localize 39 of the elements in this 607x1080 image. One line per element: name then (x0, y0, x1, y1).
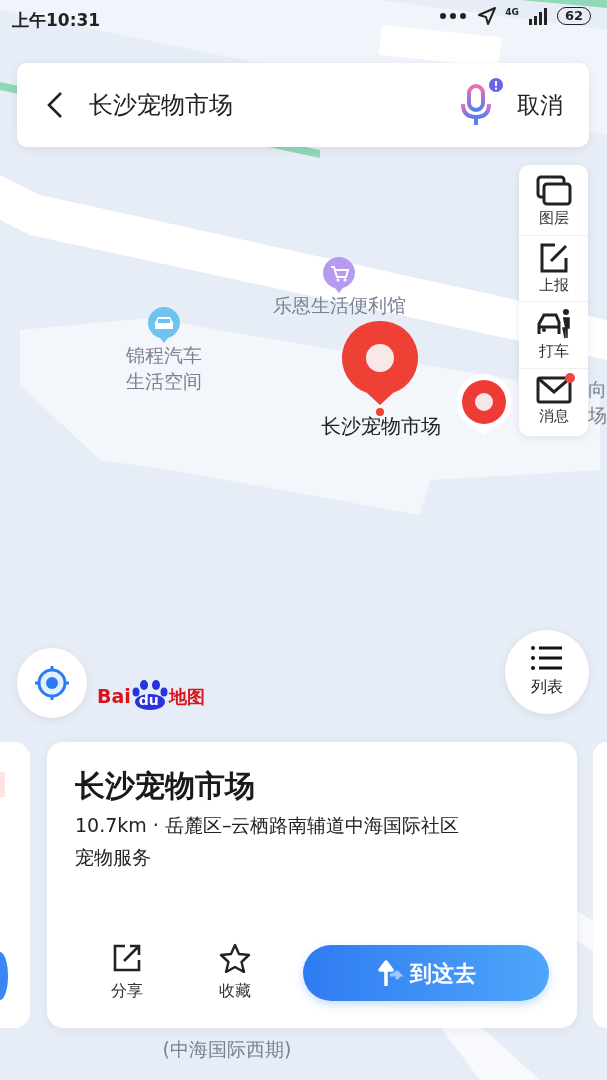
logo-text: 地图 (168, 685, 205, 709)
mail-icon (535, 374, 572, 405)
car-person-icon (535, 308, 572, 340)
action-button[interactable]: 分享 (87, 942, 167, 1004)
route-arrow-icon (376, 958, 406, 988)
list-icon (531, 645, 563, 671)
back-icon[interactable] (45, 90, 65, 120)
selected-place-label: 长沙宠物市场 (320, 413, 442, 439)
logo-text: Bai (97, 683, 131, 709)
location-arrow-icon (477, 6, 498, 26)
toolbar-button[interactable]: 图层 (519, 169, 588, 236)
toolbar-button[interactable]: 上报 (519, 235, 588, 302)
microphone-icon[interactable] (459, 84, 493, 126)
status-time: 上午10:31 (12, 9, 101, 32)
toolbar-button[interactable]: 消息 (519, 368, 588, 432)
map-label: 场 (588, 403, 607, 428)
map-label: 生活空间 (125, 369, 203, 394)
star-icon (219, 943, 251, 973)
place-category: 宠物服务 (75, 845, 152, 870)
signal-icon (526, 7, 549, 25)
toolbar-button[interactable]: 打车 (519, 302, 588, 369)
map-label: 向 (588, 377, 607, 402)
paw-icon (130, 680, 169, 710)
map-label: 乐恩生活便利馆 (271, 293, 407, 318)
place-address: 10.7km · 岳麓区–云栖路南辅道中海国际社区 (75, 813, 461, 838)
share-icon (112, 943, 142, 973)
map-label: 锦程汽车 (125, 343, 203, 368)
search-query[interactable]: 长沙宠物市场 (89, 87, 459, 123)
cancel-button[interactable]: 取消 (517, 87, 563, 123)
layers-icon (535, 175, 572, 207)
logo-text: du (138, 692, 159, 708)
place-title: 长沙宠物市场 (75, 767, 256, 805)
action-button[interactable]: 收藏 (195, 942, 275, 1004)
locate-icon (33, 664, 71, 702)
map-pin[interactable] (454, 372, 514, 434)
network-type: 4G (505, 6, 519, 19)
side-card[interactable] (0, 742, 30, 1028)
selected-map-pin[interactable] (341, 319, 419, 417)
map-label: (中海国际西期) (161, 1037, 293, 1062)
